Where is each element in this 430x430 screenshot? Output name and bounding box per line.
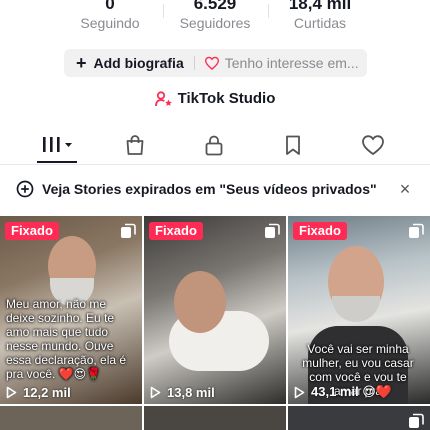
following-label: Seguindo: [80, 15, 140, 31]
lock-icon: [205, 135, 223, 156]
likes-label: Curtidas: [293, 15, 347, 31]
interests-button[interactable]: Tenho interesse em...: [204, 55, 359, 71]
multi-clip-icon: [409, 223, 424, 238]
pinned-badge: Fixado: [5, 222, 59, 240]
followers-label: Seguidores: [179, 15, 251, 31]
tab-liked[interactable]: [343, 127, 403, 163]
play-icon: [6, 386, 17, 399]
play-icon: [150, 386, 161, 399]
tiktok-studio-link[interactable]: TikTok Studio: [0, 90, 430, 107]
video-grid: Fixado Meu amor, não me deixe sozinho. E…: [0, 216, 430, 430]
multi-clip-icon: [265, 223, 280, 238]
profile-stats: 0 Seguindo 6.529 Seguidores 18,4 mil Cur…: [0, 0, 430, 34]
studio-icon: [154, 90, 172, 106]
active-tab-indicator: [37, 161, 77, 163]
view-count: 12,2 mil: [6, 385, 71, 400]
video-thumbnail[interactable]: Fixado 13,8 mil: [144, 216, 286, 404]
video-thumbnail[interactable]: [144, 406, 286, 430]
tabs-divider: [0, 164, 430, 165]
likes-count: 18,4 mil: [288, 0, 352, 13]
view-count: 13,8 mil: [150, 385, 215, 400]
add-story-icon: [16, 180, 34, 198]
followers-count: 6.529: [193, 0, 237, 13]
video-thumbnail[interactable]: Fixado Meu amor, não me deixe sozinho. E…: [0, 216, 142, 404]
tab-private[interactable]: [184, 127, 244, 163]
following-count: 0: [105, 0, 115, 13]
banner-text: Veja Stories expirados em "Seus vídeos p…: [42, 181, 377, 197]
tab-shop[interactable]: [105, 127, 165, 163]
interests-label: Tenho interesse em...: [224, 55, 359, 71]
profile-tabs: [0, 127, 430, 165]
video-thumbnail[interactable]: [0, 406, 142, 430]
close-icon[interactable]: ×: [396, 179, 414, 199]
add-bio-button[interactable]: + Add biografia: [64, 49, 184, 77]
following-stat[interactable]: 0 Seguindo: [50, 0, 170, 32]
video-thumbnail[interactable]: [288, 406, 430, 430]
view-count-label: 43,1 mil 😍❤️: [311, 384, 393, 399]
grid-icon: [43, 137, 72, 152]
heart-icon: [362, 135, 384, 156]
followers-stat[interactable]: 6.529 Seguidores: [155, 0, 275, 32]
bio-actions: + Add biografia Tenho interesse em...: [64, 49, 367, 77]
bookmark-icon: [286, 135, 300, 155]
video-caption: Meu amor, não me deixe sozinho. Eu te am…: [6, 297, 127, 381]
heart-outline-icon: [204, 56, 219, 70]
multi-clip-icon: [409, 413, 424, 428]
tab-videos[interactable]: [27, 127, 87, 163]
bio-divider: [193, 56, 195, 70]
thumbnail-beard: [332, 296, 380, 322]
multi-clip-icon: [121, 223, 136, 238]
stories-banner[interactable]: Veja Stories expirados em "Seus vídeos p…: [0, 174, 430, 204]
thumbnail-figure: [174, 271, 226, 333]
video-thumbnail[interactable]: Fixado Você vai ser minha mulher, eu vou…: [288, 216, 430, 404]
add-bio-label: Add biografia: [93, 55, 184, 71]
pinned-badge: Fixado: [149, 222, 203, 240]
studio-label: TikTok Studio: [177, 90, 276, 107]
view-count: 43,1 mil 😍❤️: [294, 384, 392, 400]
view-count-label: 12,2 mil: [23, 385, 71, 400]
plus-icon: +: [76, 53, 87, 73]
play-icon: [294, 386, 305, 398]
pinned-badge: Fixado: [293, 222, 347, 240]
view-count-label: 13,8 mil: [167, 385, 215, 400]
shop-bag-icon: [126, 135, 144, 155]
likes-stat[interactable]: 18,4 mil Curtidas: [260, 0, 380, 32]
tab-saved[interactable]: [263, 127, 323, 163]
